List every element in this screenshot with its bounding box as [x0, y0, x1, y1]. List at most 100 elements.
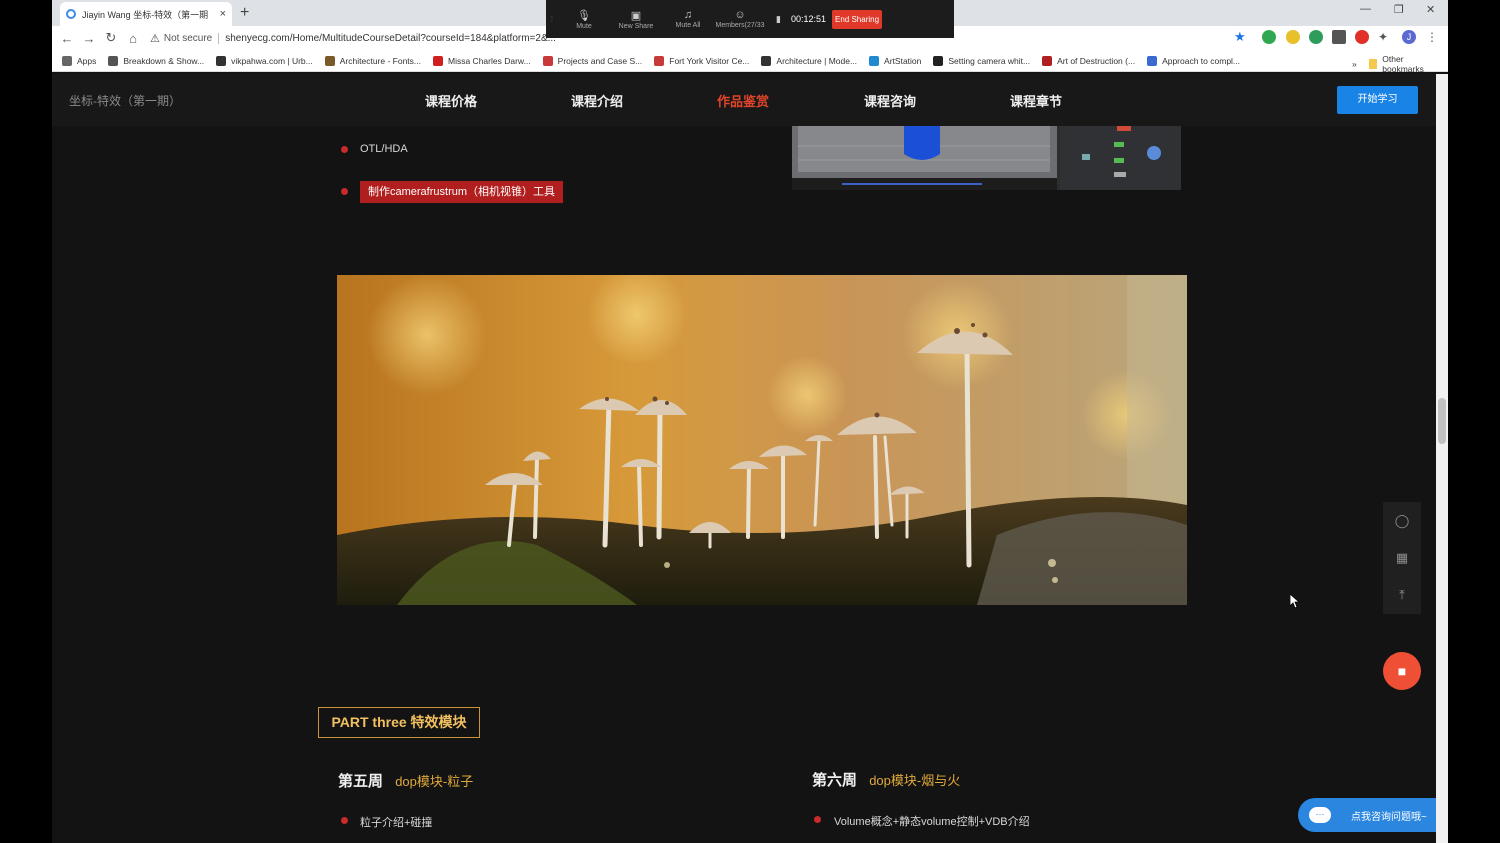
- bookmark-item[interactable]: Fort York Visitor Ce...: [654, 55, 750, 66]
- reload-icon[interactable]: ↻: [100, 30, 122, 46]
- bookmark-item[interactable]: Apps: [62, 55, 96, 66]
- nav-chapters[interactable]: 课程章节: [1010, 91, 1062, 110]
- bookmark-favicon-icon: [869, 55, 880, 66]
- course-logo[interactable]: 坐标-特效（第一期）: [69, 92, 181, 109]
- window-close-icon[interactable]: ✕: [1426, 3, 1435, 16]
- bookmark-item[interactable]: Architecture - Fonts...: [324, 55, 421, 66]
- bookmark-favicon-icon: [1042, 55, 1053, 66]
- zoom-control[interactable]: ♫ Mute All: [662, 9, 714, 30]
- adblock-icon[interactable]: [1355, 30, 1369, 44]
- new-tab-button[interactable]: +: [240, 4, 249, 22]
- week5-title: 第五周: [338, 773, 384, 790]
- browser-window: Jiayin Wang 坐标-特效（第一期 × + — ❐ ✕ ← → ↻ ⌂ …: [52, 0, 1448, 843]
- other-bookmarks-label: Other bookmarks: [1382, 54, 1424, 74]
- consult-button[interactable]: ··· 点我咨询问题哦~: [1298, 798, 1438, 832]
- nav-intro[interactable]: 课程介绍: [571, 91, 623, 110]
- puzzle-icon[interactable]: ✦: [1378, 30, 1392, 44]
- bookmark-item[interactable]: Approach to compl...: [1147, 55, 1241, 66]
- bookmark-label: Breakdown & Show...: [123, 55, 205, 66]
- bookmark-label: Fort York Visitor Ce...: [669, 55, 750, 66]
- site-favicon-icon: [66, 9, 76, 19]
- bookmark-favicon-icon: [62, 55, 72, 66]
- bookmark-favicon-icon: [108, 55, 119, 66]
- url-text[interactable]: shenyecg.com/Home/MultitudeCourseDetail?…: [225, 33, 556, 44]
- tab-close-icon[interactable]: ×: [220, 8, 226, 20]
- end-sharing-button[interactable]: End Sharing: [832, 9, 883, 29]
- bullet-camera-highlight: 制作camerafrustrum（相机视锥）工具: [360, 181, 564, 203]
- bookmark-favicon-icon: [761, 55, 772, 66]
- week5-item: 粒子介绍+碰撞: [360, 817, 433, 829]
- bookmark-label: Missa Charles Darw...: [448, 55, 531, 66]
- week6-title: 第六周: [812, 772, 858, 789]
- qr-code-icon[interactable]: ▦: [1383, 539, 1421, 576]
- bookmark-label: ArtStation: [884, 55, 922, 66]
- more-bookmarks-icon[interactable]: »: [1352, 59, 1357, 69]
- bookmark-label: vikpahwa.com | Urb...: [231, 55, 313, 66]
- week6-item: Volume概念+静态volume控制+VDB介绍: [834, 816, 1030, 828]
- share-icon: ▣: [630, 9, 642, 22]
- bookmark-label: Approach to compl...: [1162, 55, 1241, 66]
- mouse-cursor-icon: [1290, 594, 1300, 609]
- bookmark-favicon-icon: [933, 55, 944, 66]
- address-bar[interactable]: ⚠ Not secure shenyecg.com/Home/Multitude…: [150, 28, 556, 48]
- bookmark-favicon-icon: [216, 55, 227, 66]
- browser-tab[interactable]: Jiayin Wang 坐标-特效（第一期 ×: [60, 2, 232, 26]
- bookmark-label: Setting camera whit...: [948, 55, 1031, 66]
- zoom-control[interactable]: ☺ Members(27/33: [714, 9, 766, 30]
- chat-bubble-icon: ···: [1309, 807, 1331, 823]
- zoom-control-label: New Share: [618, 22, 654, 30]
- start-learning-button[interactable]: 开始学习: [1337, 86, 1418, 114]
- week6-subtitle: dop模块-烟与火: [869, 773, 961, 788]
- bookmark-star-icon[interactable]: ★: [1234, 30, 1248, 44]
- zoom-control[interactable]: 🎙 Mute: [558, 9, 610, 30]
- bookmark-item[interactable]: Setting camera whit...: [933, 55, 1031, 66]
- evernote-icon[interactable]: [1262, 30, 1276, 44]
- restore-icon[interactable]: ❐: [1394, 3, 1404, 16]
- bookmark-item[interactable]: vikpahwa.com | Urb...: [216, 55, 313, 66]
- home-icon[interactable]: ⌂: [122, 31, 144, 46]
- minimize-icon[interactable]: —: [1360, 3, 1371, 15]
- back-to-top-icon[interactable]: ⤒: [1383, 576, 1421, 613]
- nav-price[interactable]: 课程价格: [425, 91, 477, 110]
- chat-icon[interactable]: ■: [1383, 652, 1421, 690]
- bookmark-label: Architecture | Mode...: [776, 55, 858, 66]
- bookmark-favicon-icon: [542, 55, 553, 66]
- grammarly-icon[interactable]: [1309, 30, 1323, 44]
- other-bookmarks[interactable]: » Other bookmarks: [1352, 54, 1438, 74]
- menu-icon[interactable]: ⋮: [1426, 30, 1440, 44]
- bookmark-favicon-icon: [324, 55, 335, 66]
- not-secure-label: Not secure: [164, 32, 220, 44]
- bookmark-item[interactable]: Architecture | Mode...: [761, 55, 858, 66]
- profile-avatar[interactable]: J: [1402, 30, 1416, 44]
- bookmarks-bar: Apps Breakdown & Show... vikpahwa.com | Ur…: [52, 50, 1448, 72]
- back-icon[interactable]: ←: [56, 31, 78, 46]
- part-three-title: PART three 特效模块: [318, 707, 480, 738]
- zoom-share-bar: ⋮ 🎙 Mute ▣ New Share ♫ Mute All ☺ Members(27/33…: [546, 0, 954, 38]
- extension-icon[interactable]: [1286, 30, 1300, 44]
- bookmark-item[interactable]: Breakdown & Show...: [108, 55, 205, 66]
- side-toolbar: ◯ ▦ ⤒: [1383, 502, 1421, 614]
- page-scrollbar[interactable]: [1436, 74, 1448, 843]
- bookmark-item[interactable]: ArtStation: [869, 55, 922, 66]
- bookmark-label: Art of Destruction (...: [1057, 55, 1136, 66]
- bookmark-item[interactable]: Art of Destruction (...: [1042, 55, 1136, 66]
- nav-works[interactable]: 作品鉴赏: [717, 91, 769, 110]
- nav-consult[interactable]: 课程咨询: [864, 91, 916, 110]
- consult-label: 点我咨询问题哦~: [1351, 811, 1427, 823]
- bullet-dot: [814, 816, 821, 823]
- qq-icon[interactable]: ◯: [1383, 502, 1421, 539]
- pocket-icon[interactable]: [1332, 30, 1346, 44]
- forward-icon[interactable]: →: [78, 31, 100, 46]
- bullet-otl: OTL/HDA: [360, 143, 408, 155]
- bookmark-item[interactable]: Missa Charles Darw...: [433, 55, 531, 66]
- zoom-control-label: Members(27/33: [715, 21, 765, 29]
- scrollbar-thumb[interactable]: [1438, 398, 1446, 444]
- bookmark-label: Architecture - Fonts...: [339, 55, 421, 66]
- zoom-control-label: Mute All: [675, 21, 701, 29]
- members-icon: ☺: [734, 8, 746, 21]
- bookmark-item[interactable]: Projects and Case S...: [542, 55, 642, 66]
- drag-handle-icon[interactable]: ⋮: [546, 15, 558, 23]
- zoom-control[interactable]: ▣ New Share: [610, 9, 662, 30]
- bullet-dot: [341, 146, 348, 153]
- bookmark-favicon-icon: [433, 55, 443, 66]
